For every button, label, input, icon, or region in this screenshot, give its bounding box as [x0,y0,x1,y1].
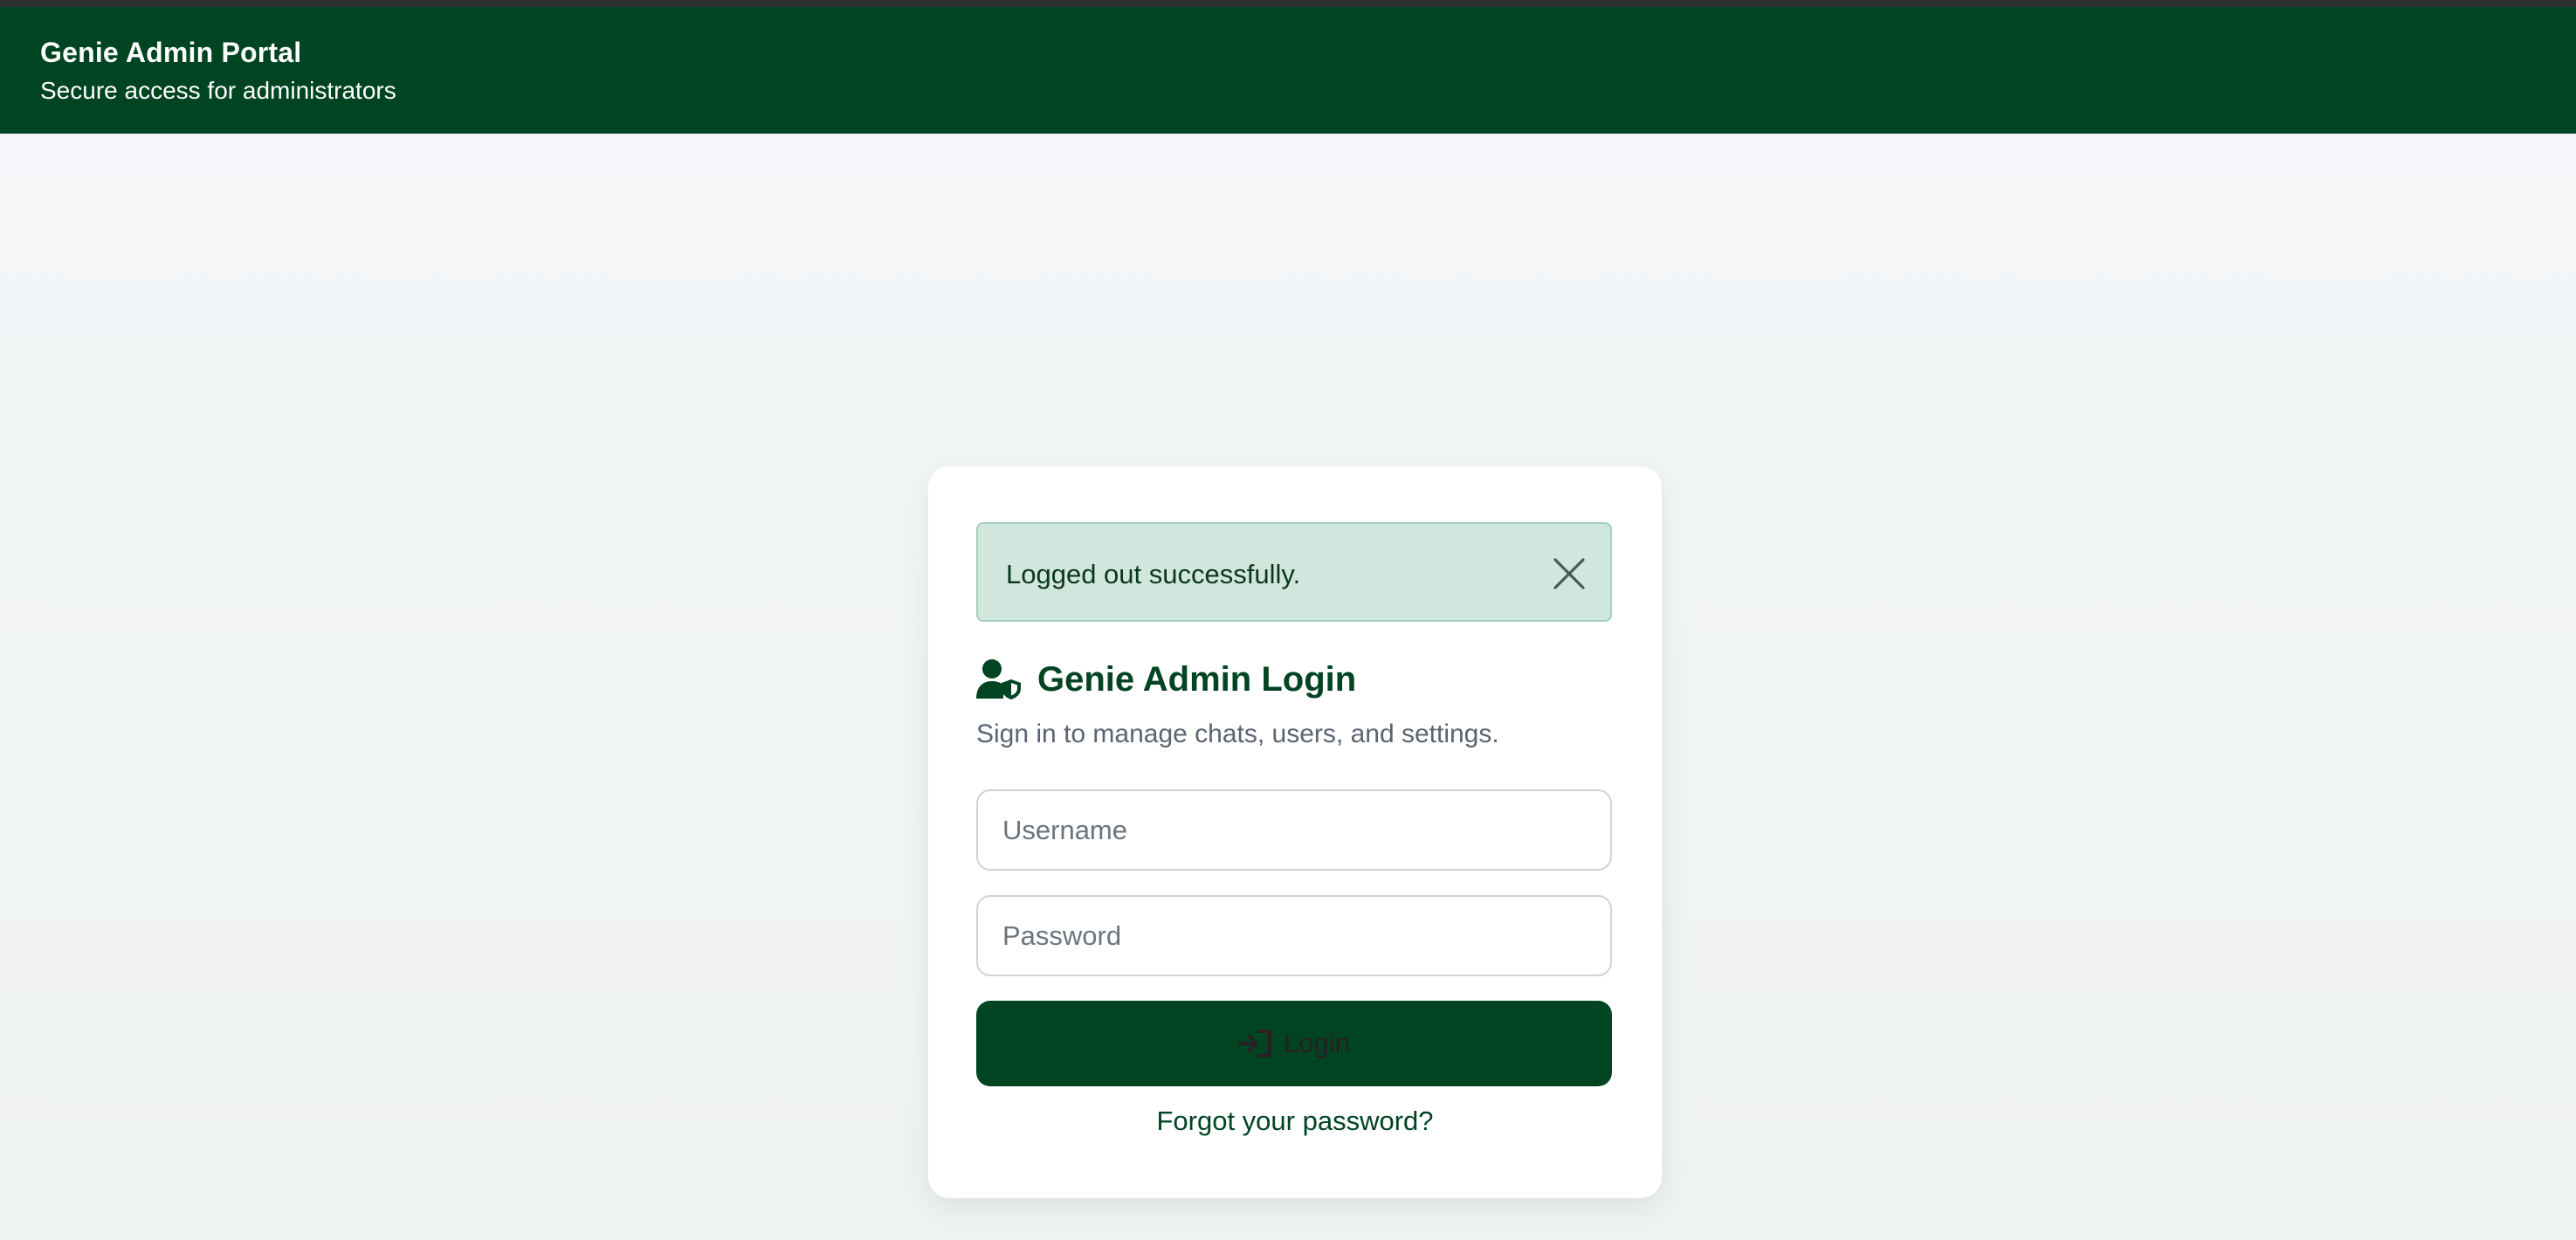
login-button[interactable]: Login [976,1001,1612,1086]
login-button-label: Login [1284,1028,1350,1058]
alert-message: Logged out successfully. [1006,559,1301,589]
login-title-row: Genie Admin Login [976,653,1356,706]
user-shield-icon [976,658,1022,700]
login-card: Logged out successfully. Genie Admin Log… [928,466,1662,1198]
window-top-strip [0,0,2576,7]
app-subtitle: Secure access for administrators [40,77,396,104]
username-input[interactable] [976,789,1612,871]
forgot-password-link[interactable]: Forgot your password? [928,1106,1662,1137]
close-icon[interactable] [1553,557,1586,590]
login-subtitle: Sign in to manage chats, users, and sett… [976,720,1499,748]
app-title: Genie Admin Portal [40,37,302,68]
sign-in-icon [1238,1029,1272,1058]
logout-success-alert: Logged out successfully. [976,522,1612,622]
password-input[interactable] [976,895,1612,976]
login-title: Genie Admin Login [1037,659,1357,699]
app-header: Genie Admin Portal Secure access for adm… [0,7,2576,134]
